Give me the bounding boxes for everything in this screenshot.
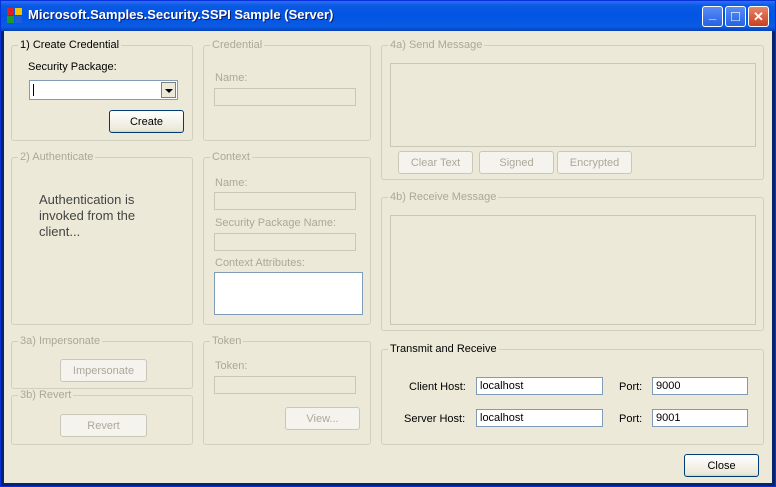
maximize-button[interactable]: □ bbox=[725, 6, 746, 27]
token-title: Token bbox=[210, 335, 244, 348]
app-window: Microsoft.Samples.Security.SSPI Sample (… bbox=[0, 0, 776, 487]
impersonate-group: 3a) Impersonate Impersonate bbox=[11, 335, 193, 389]
server-host-field[interactable]: localhost bbox=[476, 409, 603, 427]
receive-message-group: 4b) Receive Message bbox=[381, 191, 764, 331]
maximize-icon: □ bbox=[730, 8, 741, 25]
context-group: Context Name: Security Package Name: Con… bbox=[203, 151, 371, 325]
security-package-dropdown[interactable] bbox=[29, 80, 178, 100]
authenticate-title: 2) Authenticate bbox=[18, 151, 96, 164]
revert-button[interactable]: Revert bbox=[60, 414, 147, 437]
create-credential-title: 1) Create Credential bbox=[18, 39, 122, 52]
create-button[interactable]: Create bbox=[109, 110, 184, 133]
context-attributes-label: Context Attributes: bbox=[215, 257, 305, 269]
token-field[interactable] bbox=[214, 376, 356, 394]
app-icon[interactable] bbox=[7, 8, 23, 24]
transmit-receive-title: Transmit and Receive bbox=[388, 343, 499, 356]
encrypted-button[interactable]: Encrypted bbox=[557, 151, 632, 174]
credential-group: Credential Name: bbox=[203, 39, 371, 141]
security-package-name-label: Security Package Name: bbox=[215, 217, 337, 229]
transmit-receive-group: Transmit and Receive Client Host: localh… bbox=[381, 343, 764, 445]
close-window-button[interactable]: ✕ bbox=[748, 6, 769, 27]
close-icon: ✕ bbox=[753, 9, 764, 24]
revert-title: 3b) Revert bbox=[18, 389, 74, 402]
security-package-name-field[interactable] bbox=[214, 233, 356, 251]
title-bar[interactable]: Microsoft.Samples.Security.SSPI Sample (… bbox=[1, 1, 775, 31]
client-port-field[interactable]: 9000 bbox=[652, 377, 748, 395]
text-caret bbox=[33, 84, 34, 96]
send-message-title: 4a) Send Message bbox=[388, 39, 485, 52]
impersonate-title: 3a) Impersonate bbox=[18, 335, 103, 348]
impersonate-button[interactable]: Impersonate bbox=[60, 359, 147, 382]
minimize-button[interactable]: _ bbox=[702, 6, 723, 27]
receive-message-textbox[interactable] bbox=[390, 215, 756, 325]
authenticate-group: 2) Authenticate Authentication is invoke… bbox=[11, 151, 193, 325]
close-button[interactable]: Close bbox=[684, 454, 759, 477]
revert-group: 3b) Revert Revert bbox=[11, 389, 193, 445]
signed-button[interactable]: Signed bbox=[479, 151, 554, 174]
security-package-label: Security Package: bbox=[28, 61, 117, 73]
credential-name-field[interactable] bbox=[214, 88, 356, 106]
send-message-textbox[interactable] bbox=[390, 63, 756, 147]
server-port-field[interactable]: 9001 bbox=[652, 409, 748, 427]
context-attributes-textbox[interactable] bbox=[214, 272, 363, 315]
send-message-group: 4a) Send Message Clear Text Signed Encry… bbox=[381, 39, 764, 180]
client-host-field[interactable]: localhost bbox=[476, 377, 603, 395]
context-name-field[interactable] bbox=[214, 192, 356, 210]
context-title: Context bbox=[210, 151, 252, 164]
credential-title: Credential bbox=[210, 39, 265, 52]
context-name-label: Name: bbox=[215, 177, 248, 189]
clear-text-button[interactable]: Clear Text bbox=[398, 151, 473, 174]
server-host-label: Server Host: bbox=[404, 413, 466, 425]
authenticate-message: Authentication is invoked from the clien… bbox=[39, 192, 136, 239]
receive-message-title: 4b) Receive Message bbox=[388, 191, 499, 204]
window-title: Microsoft.Samples.Security.SSPI Sample (… bbox=[28, 7, 334, 22]
server-port-label: Port: bbox=[619, 413, 643, 425]
create-credential-group: 1) Create Credential Security Package: C… bbox=[11, 39, 193, 141]
chevron-down-icon bbox=[165, 89, 173, 93]
dropdown-button[interactable] bbox=[161, 82, 176, 98]
token-label: Token: bbox=[215, 360, 248, 372]
minimize-icon: _ bbox=[708, 6, 717, 21]
credential-name-label: Name: bbox=[215, 72, 248, 84]
client-port-label: Port: bbox=[619, 381, 643, 393]
view-token-button[interactable]: View... bbox=[285, 407, 360, 430]
client-host-label: Client Host: bbox=[409, 381, 466, 393]
form-client-area: 1) Create Credential Security Package: C… bbox=[4, 31, 772, 483]
token-group: Token Token: View... bbox=[203, 335, 371, 445]
